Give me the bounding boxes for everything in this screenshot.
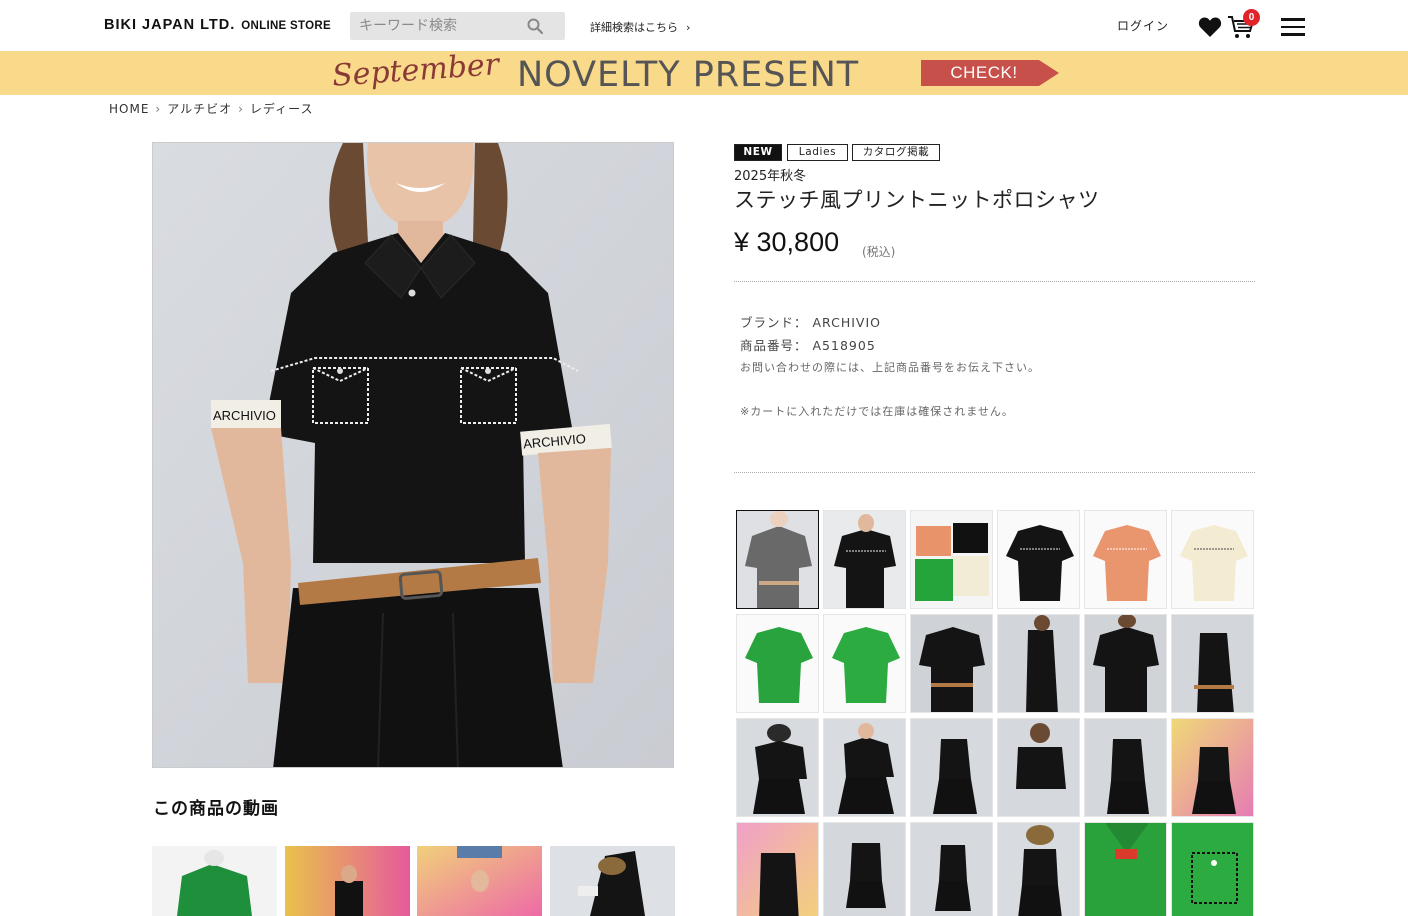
breadcrumb-brand[interactable]: アルチビオ — [167, 102, 232, 116]
advanced-search-label: 詳細検索はこちら — [590, 21, 678, 34]
product-thumbnail[interactable] — [1171, 822, 1254, 916]
product-photo: ARCHIVIO ARCHIVIO — [153, 143, 673, 767]
breadcrumb-home[interactable]: HOME — [109, 102, 149, 116]
stock-note: ※カートに入れただけでは在庫は確保されません。 — [740, 405, 1014, 418]
favorite-heart-icon[interactable] — [1198, 16, 1222, 38]
banner-cta-button[interactable]: CHECK! — [921, 60, 1047, 86]
product-thumbnail[interactable] — [1171, 614, 1254, 713]
product-thumbnail[interactable] — [1171, 510, 1254, 609]
brand-row: ブランド： ARCHIVIO — [740, 312, 881, 331]
video-thumbnail[interactable] — [152, 846, 277, 916]
site-header: BIKI JAPAN LTD. ONLINE STORE 詳細検索はこちら › ログ… — [0, 0, 1408, 51]
logo-main: BIKI JAPAN LTD. — [104, 17, 236, 33]
product-thumbnail[interactable] — [997, 510, 1080, 609]
price-tax-note: (税込) — [862, 245, 896, 259]
search-box — [350, 12, 565, 40]
breadcrumb-category[interactable]: レディース — [250, 102, 314, 116]
main-product-image[interactable]: ARCHIVIO ARCHIVIO — [152, 142, 674, 768]
product-thumbnail[interactable] — [1084, 822, 1167, 916]
site-logo[interactable]: BIKI JAPAN LTD. ONLINE STORE — [104, 17, 331, 33]
search-icon[interactable] — [527, 18, 543, 34]
product-season: 2025年秋冬 — [734, 169, 807, 184]
product-title: ステッチ風プリントニットポロシャツ — [734, 188, 1100, 212]
novelty-banner[interactable]: September NOVELTY PRESENT CHECK! — [0, 51, 1408, 95]
brand-label: ブランド： — [740, 315, 808, 330]
product-code-row: 商品番号： A518905 — [740, 335, 876, 354]
video-thumbnail[interactable] — [417, 846, 542, 916]
advanced-search-link[interactable]: 詳細検索はこちら › — [590, 19, 690, 35]
video-section-title: この商品の動画 — [153, 799, 279, 819]
product-price: ¥ 30,800 — [734, 227, 840, 257]
product-thumbnail[interactable] — [997, 718, 1080, 817]
product-thumbnail[interactable] — [1084, 510, 1167, 609]
divider — [734, 472, 1255, 473]
product-thumbnail[interactable] — [823, 822, 906, 916]
product-thumbnail[interactable] — [736, 718, 819, 817]
brand-value: ARCHIVIO — [812, 315, 882, 330]
product-thumbnail[interactable] — [910, 614, 993, 713]
breadcrumb-separator-icon: › — [238, 102, 244, 116]
search-input[interactable] — [350, 12, 530, 40]
inquiry-note: お問い合わせの際には、上記商品番号をお伝え下さい。 — [740, 361, 1040, 374]
banner-month-script: September — [330, 51, 501, 94]
product-thumbnail[interactable] — [736, 614, 819, 713]
hamburger-menu-icon[interactable] — [1281, 18, 1305, 36]
product-thumbnail[interactable] — [997, 614, 1080, 713]
logo-sub: ONLINE STORE — [241, 20, 331, 32]
product-code-label: 商品番号： — [740, 338, 808, 353]
video-thumbnail[interactable] — [285, 846, 410, 916]
tag-catalog-badge: カタログ掲載 — [852, 144, 940, 161]
product-thumbnail[interactable] — [910, 718, 993, 817]
breadcrumb: HOME › アルチビオ › レディース — [109, 100, 313, 117]
login-link[interactable]: ログイン — [1117, 17, 1169, 34]
sleeve-print-left: ARCHIVIO — [213, 408, 276, 423]
product-thumbnail[interactable] — [736, 822, 819, 916]
product-thumbnail[interactable] — [823, 718, 906, 817]
product-thumbnail[interactable] — [736, 510, 819, 609]
product-thumbnail[interactable] — [997, 822, 1080, 916]
product-thumbnail[interactable] — [1084, 614, 1167, 713]
product-thumbnail[interactable] — [910, 510, 993, 609]
product-code-value: A518905 — [812, 338, 876, 353]
chevron-right-icon: › — [686, 21, 691, 34]
video-thumbnail[interactable] — [550, 846, 675, 916]
product-thumbnail[interactable] — [1084, 718, 1167, 817]
divider — [734, 281, 1255, 282]
product-thumbnail[interactable] — [1171, 718, 1254, 817]
cart-count-badge: 0 — [1243, 9, 1260, 26]
product-thumbnail[interactable] — [823, 614, 906, 713]
product-thumbnail[interactable] — [823, 510, 906, 609]
banner-title: NOVELTY PRESENT — [517, 55, 860, 95]
breadcrumb-separator-icon: › — [155, 102, 162, 116]
tag-new-badge: NEW — [734, 144, 782, 161]
tag-ladies-badge: Ladies — [787, 144, 848, 161]
product-thumbnail[interactable] — [910, 822, 993, 916]
